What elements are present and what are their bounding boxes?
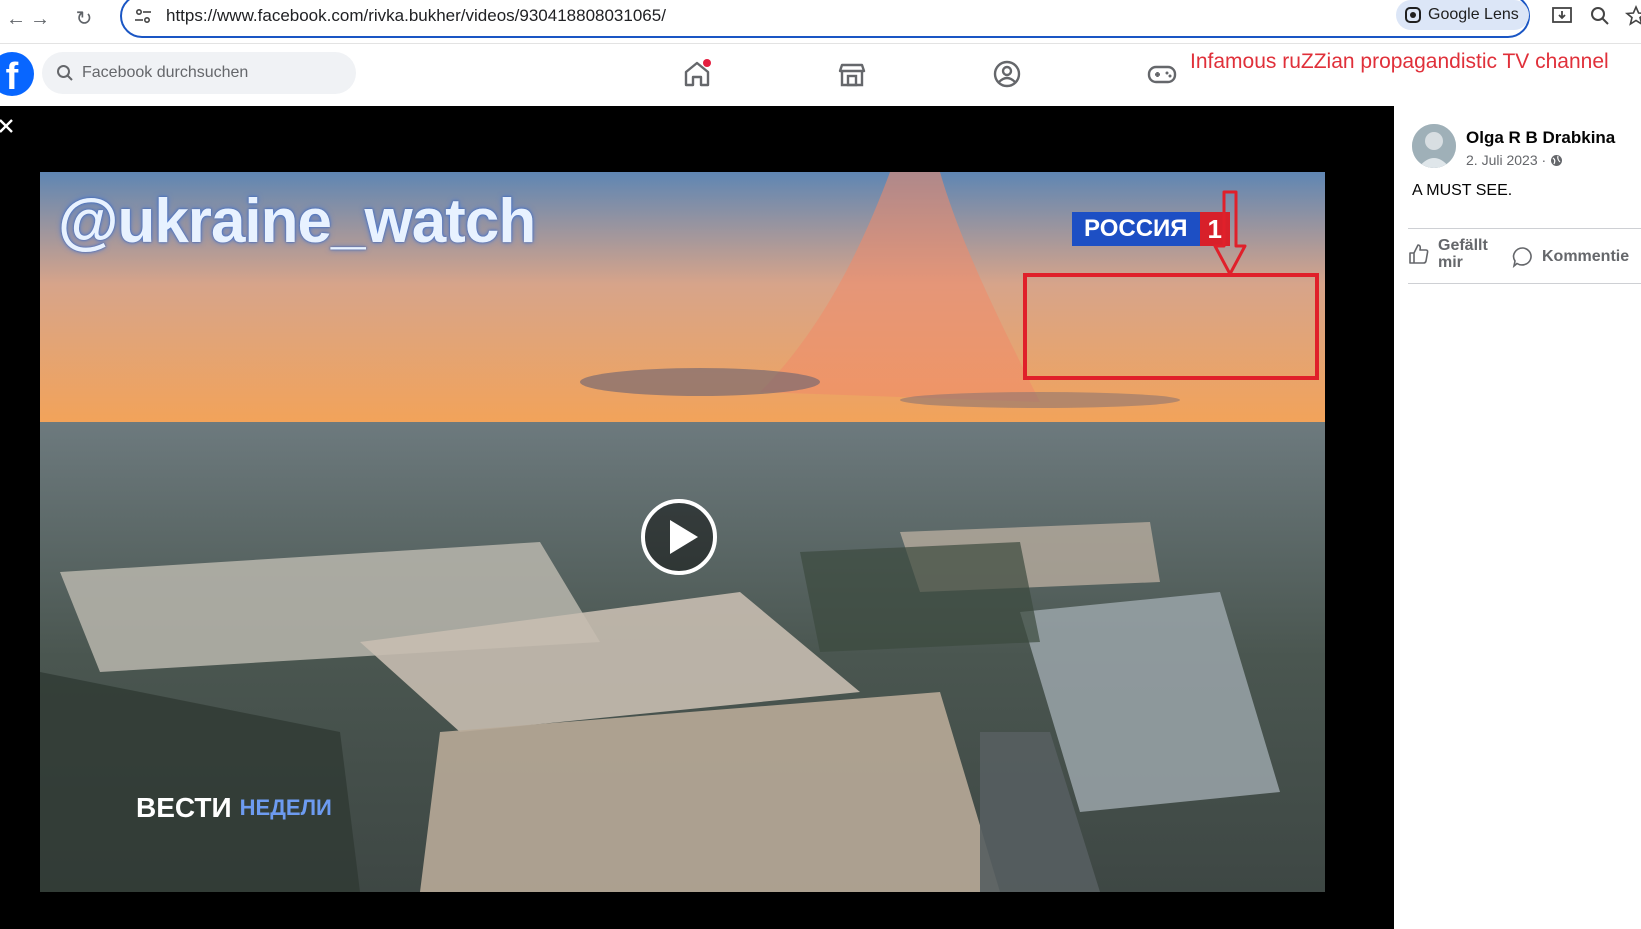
comment-button[interactable]: Kommentie — [1512, 246, 1629, 268]
avatar[interactable] — [1412, 124, 1456, 168]
lens-icon — [1405, 7, 1421, 23]
comment-icon — [1512, 247, 1532, 268]
news-logo-main: ВЕСТИ — [136, 792, 232, 823]
channel-name: РОССИЯ — [1072, 212, 1200, 246]
facebook-logo[interactable]: f — [0, 52, 34, 98]
search-placeholder: Facebook durchsuchen — [82, 64, 249, 81]
marketplace-icon[interactable] — [836, 58, 868, 90]
google-lens-button[interactable]: Google Lens — [1396, 0, 1529, 30]
site-settings-icon[interactable] — [134, 7, 152, 25]
like-button[interactable]: Gefällt mir — [1408, 237, 1488, 271]
post-date[interactable]: 2. Juli 2023 · — [1466, 152, 1546, 168]
zoom-icon[interactable] — [1588, 4, 1612, 28]
home-icon[interactable] — [681, 58, 713, 90]
avatar-image — [1412, 124, 1456, 168]
thumbs-up-icon — [1409, 244, 1429, 264]
comment-label: Kommentie — [1542, 248, 1630, 265]
gaming-icon[interactable] — [1146, 58, 1178, 90]
search-icon — [57, 65, 73, 81]
annotation-highlight-box — [1023, 273, 1319, 380]
address-bar[interactable]: https://www.facebook.com/rivka.bukher/vi… — [120, 0, 1530, 38]
news-program-logo: ВЕСТИ НЕДЕЛИ — [136, 792, 332, 824]
video-watermark: @ukraine_watch — [58, 187, 536, 256]
globe-icon — [1551, 154, 1563, 166]
home-notification-dot — [703, 59, 711, 67]
post-actions: Gefällt mir Kommentie — [1408, 228, 1641, 284]
facebook-search-input[interactable]: Facebook durchsuchen — [42, 52, 356, 94]
google-lens-label: Google Lens — [1428, 6, 1519, 23]
video-viewer: @ukraine_watch РОССИЯ 1 ВЕСТИ НЕДЕЛИ — [0, 106, 1394, 929]
close-icon[interactable] — [0, 116, 16, 136]
groups-icon[interactable] — [991, 58, 1023, 90]
play-icon[interactable] — [640, 498, 718, 576]
like-label: Gefällt mir — [1438, 237, 1488, 271]
post-meta: 2. Juli 2023 · — [1466, 152, 1563, 168]
url-text[interactable]: https://www.facebook.com/rivka.bukher/vi… — [166, 6, 666, 26]
annotation-label: Infamous ruZZian propagandistic TV chann… — [1190, 50, 1609, 73]
install-icon[interactable] — [1550, 4, 1574, 28]
post-author[interactable]: Olga R B Drabkina — [1466, 128, 1615, 148]
channel-logo: РОССИЯ 1 — [1072, 212, 1230, 246]
post-side-panel: Olga R B Drabkina 2. Juli 2023 · A MUST … — [1394, 106, 1641, 929]
bookmark-star-icon[interactable] — [1624, 4, 1641, 28]
browser-toolbar: ← → ↻ https://www.facebook.com/rivka.buk… — [0, 0, 1641, 44]
forward-icon[interactable]: → — [26, 5, 54, 33]
post-text: A MUST SEE. — [1412, 182, 1513, 199]
annotation-arrow-icon — [1213, 190, 1247, 276]
facebook-header: f Facebook durchsuchen Infamous ruZZian … — [0, 44, 1641, 106]
news-logo-sub: НЕДЕЛИ — [239, 795, 332, 820]
reload-icon[interactable]: ↻ — [70, 5, 98, 33]
